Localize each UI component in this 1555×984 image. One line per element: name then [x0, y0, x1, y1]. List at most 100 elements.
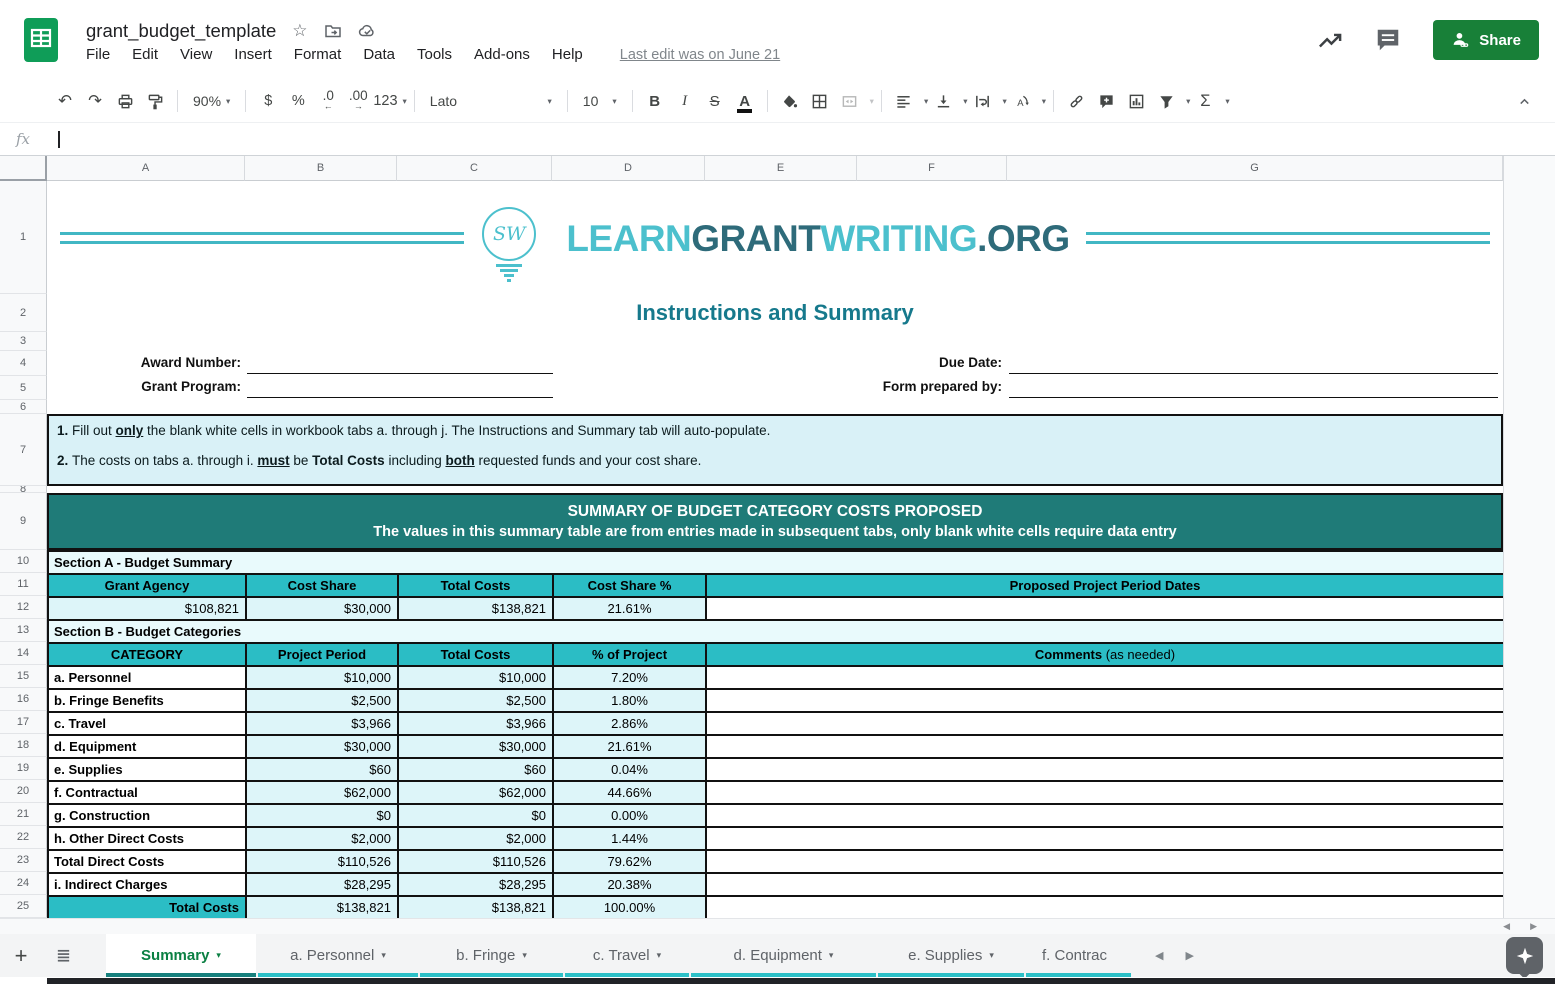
menu-item[interactable]: Insert [223, 46, 283, 63]
due-date-field[interactable] [1009, 351, 1498, 374]
header-project-period-dates[interactable]: Proposed Project Period Dates [706, 574, 1503, 597]
column-header[interactable]: D [552, 156, 705, 181]
font-size-select[interactable]: 10 ▾ [575, 93, 625, 109]
cell-total-costs[interactable]: $138,821 [398, 896, 553, 918]
paint-format-icon[interactable] [140, 87, 170, 115]
comments-icon[interactable] [1375, 27, 1401, 53]
text-wrap-icon[interactable] [968, 87, 998, 115]
cell-category[interactable]: g. Construction [48, 804, 246, 827]
row-header[interactable]: 9 [0, 493, 47, 550]
formula-input[interactable] [44, 123, 1555, 155]
row-header[interactable]: 21 [0, 803, 47, 826]
cell-total-costs[interactable]: $138,821 [398, 597, 553, 620]
cell-category[interactable]: Total Direct Costs [48, 850, 246, 873]
summary-band[interactable]: SUMMARY OF BUDGET CATEGORY COSTS PROPOSE… [47, 493, 1503, 550]
cell-category[interactable]: e. Supplies [48, 758, 246, 781]
all-sheets-button[interactable] [42, 934, 84, 977]
cell-comment[interactable] [706, 850, 1503, 873]
instructions-box[interactable]: 1. Fill out only the blank white cells i… [47, 414, 1503, 486]
select-all-corner[interactable] [0, 156, 47, 181]
zoom-control[interactable]: 90% ▾ [185, 93, 238, 109]
cell-pct-of-project[interactable]: 0.04% [553, 758, 706, 781]
cell-category[interactable]: a. Personnel [48, 666, 246, 689]
cell-total-costs[interactable]: $62,000 [398, 781, 553, 804]
strikethrough-button[interactable]: S [700, 87, 730, 115]
row-header[interactable]: 1 [0, 181, 47, 294]
horizontal-align-icon[interactable] [889, 87, 919, 115]
tab-menu-arrow-icon[interactable]: ▾ [657, 950, 662, 961]
column-header[interactable]: C [397, 156, 552, 181]
header-pct-of-project[interactable]: % of Project [553, 643, 706, 666]
chevron-down-icon[interactable]: ▾ [1042, 96, 1046, 107]
menu-item[interactable]: Data [352, 46, 406, 63]
row-header[interactable]: 14 [0, 642, 47, 665]
cell-total-costs[interactable]: $30,000 [398, 735, 553, 758]
row-header[interactable]: 8 [0, 486, 47, 493]
row-header[interactable]: 16 [0, 688, 47, 711]
cell-total-costs[interactable]: $0 [398, 804, 553, 827]
grant-program-label[interactable]: Grant Program: [47, 375, 241, 399]
share-button[interactable]: Share [1433, 20, 1539, 60]
row-header[interactable]: 15 [0, 665, 47, 688]
sheet-tab[interactable]: Summary ▾ [106, 934, 256, 977]
bold-button[interactable]: B [640, 87, 670, 115]
award-number-label[interactable]: Award Number: [47, 351, 241, 375]
tabs-scroll-left-icon[interactable]: ◀ [1155, 949, 1163, 962]
row-header[interactable]: 18 [0, 734, 47, 757]
cell-pct-of-project[interactable]: 100.00% [553, 896, 706, 918]
row-header[interactable]: 10 [0, 550, 47, 573]
increase-decimal-icon[interactable]: .00→ [343, 87, 373, 115]
header-project-period[interactable]: Project Period [246, 643, 398, 666]
star-icon[interactable]: ☆ [292, 21, 307, 41]
cell-comment[interactable] [706, 896, 1503, 918]
cell-comment[interactable] [706, 827, 1503, 850]
header-grant-agency[interactable]: Grant Agency [48, 574, 246, 597]
row-header[interactable]: 24 [0, 872, 47, 895]
text-color-button[interactable]: A [730, 87, 760, 115]
award-number-field[interactable] [247, 351, 553, 374]
row-header[interactable]: 20 [0, 780, 47, 803]
row-header[interactable]: 23 [0, 849, 47, 872]
cell-project-period[interactable]: $138,821 [246, 896, 398, 918]
chevron-down-icon[interactable]: ▾ [1225, 96, 1229, 107]
add-sheet-button[interactable]: + [0, 934, 42, 977]
document-title[interactable]: grant_budget_template [86, 20, 276, 42]
merge-cells-icon[interactable] [835, 87, 865, 115]
row-header[interactable]: 22 [0, 826, 47, 849]
cell-pct-of-project[interactable]: 1.80% [553, 689, 706, 712]
cell-total-costs[interactable]: $2,000 [398, 827, 553, 850]
cell-project-period-dates[interactable] [706, 597, 1503, 620]
insert-comment-icon[interactable] [1091, 87, 1121, 115]
row-header[interactable]: 4 [0, 351, 47, 376]
cell-category[interactable]: d. Equipment [48, 735, 246, 758]
column-header[interactable]: B [245, 156, 397, 181]
cell-project-period[interactable]: $2,500 [246, 689, 398, 712]
row-header[interactable]: 11 [0, 573, 47, 596]
collapse-toolbar-icon[interactable] [1509, 87, 1539, 115]
menu-item[interactable]: File [86, 46, 121, 63]
explore-button[interactable] [1506, 937, 1543, 974]
column-header[interactable]: G [1007, 156, 1503, 181]
cell-cost-share[interactable]: $30,000 [246, 597, 398, 620]
cell-project-period[interactable]: $28,295 [246, 873, 398, 896]
row-header[interactable]: 6 [0, 400, 47, 414]
sheet-tab[interactable]: b. Fringe ▾ [420, 934, 563, 977]
sheets-logo-icon[interactable] [20, 17, 62, 63]
header-cost-share-pct[interactable]: Cost Share % [553, 574, 706, 597]
header-total-costs[interactable]: Total Costs [398, 574, 553, 597]
cell-project-period[interactable]: $10,000 [246, 666, 398, 689]
cell-category[interactable]: Total Costs [48, 896, 246, 918]
row-header[interactable]: 7 [0, 414, 47, 486]
cell-comment[interactable] [706, 804, 1503, 827]
fill-color-icon[interactable] [775, 87, 805, 115]
cell-pct-of-project[interactable]: 21.61% [553, 735, 706, 758]
row-header[interactable]: 17 [0, 711, 47, 734]
menu-item[interactable]: Edit [121, 46, 169, 63]
page-title[interactable]: Instructions and Summary [47, 294, 1503, 332]
cell-comment[interactable] [706, 758, 1503, 781]
cell-category[interactable]: h. Other Direct Costs [48, 827, 246, 850]
last-edit-status[interactable]: Last edit was on June 21 [620, 47, 780, 63]
tab-menu-arrow-icon[interactable]: ▾ [216, 950, 221, 961]
cell-project-period[interactable]: $30,000 [246, 735, 398, 758]
tabs-scroll-right-icon[interactable]: ▶ [1185, 949, 1193, 962]
